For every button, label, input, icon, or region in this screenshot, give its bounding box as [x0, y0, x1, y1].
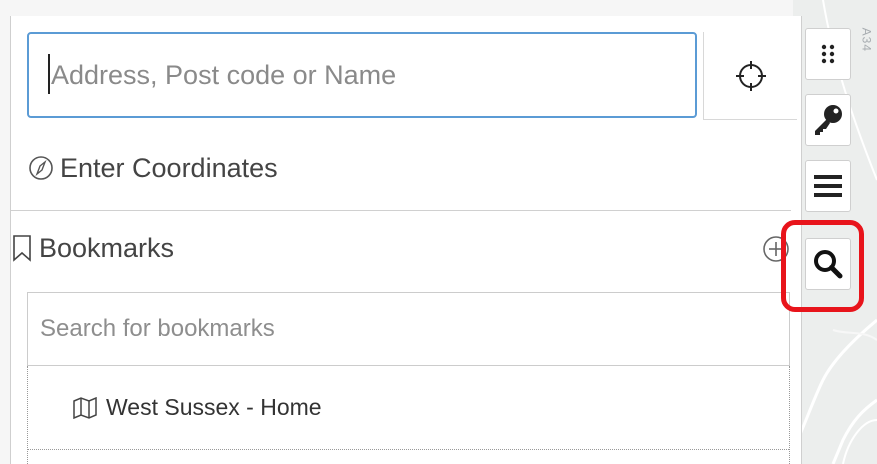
crosshair-icon — [735, 60, 766, 91]
enter-coordinates-link[interactable]: Enter Coordinates — [28, 148, 278, 188]
address-search-input[interactable] — [27, 32, 697, 118]
search-panel: Enter Coordinates Bookmarks — [10, 16, 802, 464]
locate-me-button[interactable] — [703, 32, 797, 120]
section-divider — [11, 210, 791, 211]
app-screen: A34 Enter Coordinates — [0, 0, 877, 464]
enter-coordinates-label: Enter Coordinates — [60, 152, 278, 183]
hamburger-icon — [814, 175, 842, 197]
bookmark-item-label: West Sussex - Home — [106, 394, 322, 420]
list-item[interactable]: West Sussex - Home — [28, 366, 789, 450]
road-label: A34 — [859, 27, 873, 52]
address-search-row — [27, 32, 797, 122]
key-icon — [815, 105, 842, 135]
bookmark-list: West Sussex - Home — [27, 366, 790, 464]
bookmarks-header: Bookmarks — [11, 228, 174, 268]
compass-icon — [29, 156, 53, 180]
map-icon — [73, 396, 97, 419]
text-caret — [48, 54, 50, 94]
search-button-highlight — [781, 220, 864, 312]
bookmarks-title: Bookmarks — [39, 232, 175, 263]
grid-menu-button[interactable] — [805, 28, 851, 80]
bookmark-search-input[interactable] — [27, 292, 790, 366]
grid-dots-icon — [821, 44, 835, 64]
bookmark-icon — [13, 235, 31, 262]
key-button[interactable] — [805, 94, 851, 146]
layers-menu-button[interactable] — [805, 160, 851, 212]
